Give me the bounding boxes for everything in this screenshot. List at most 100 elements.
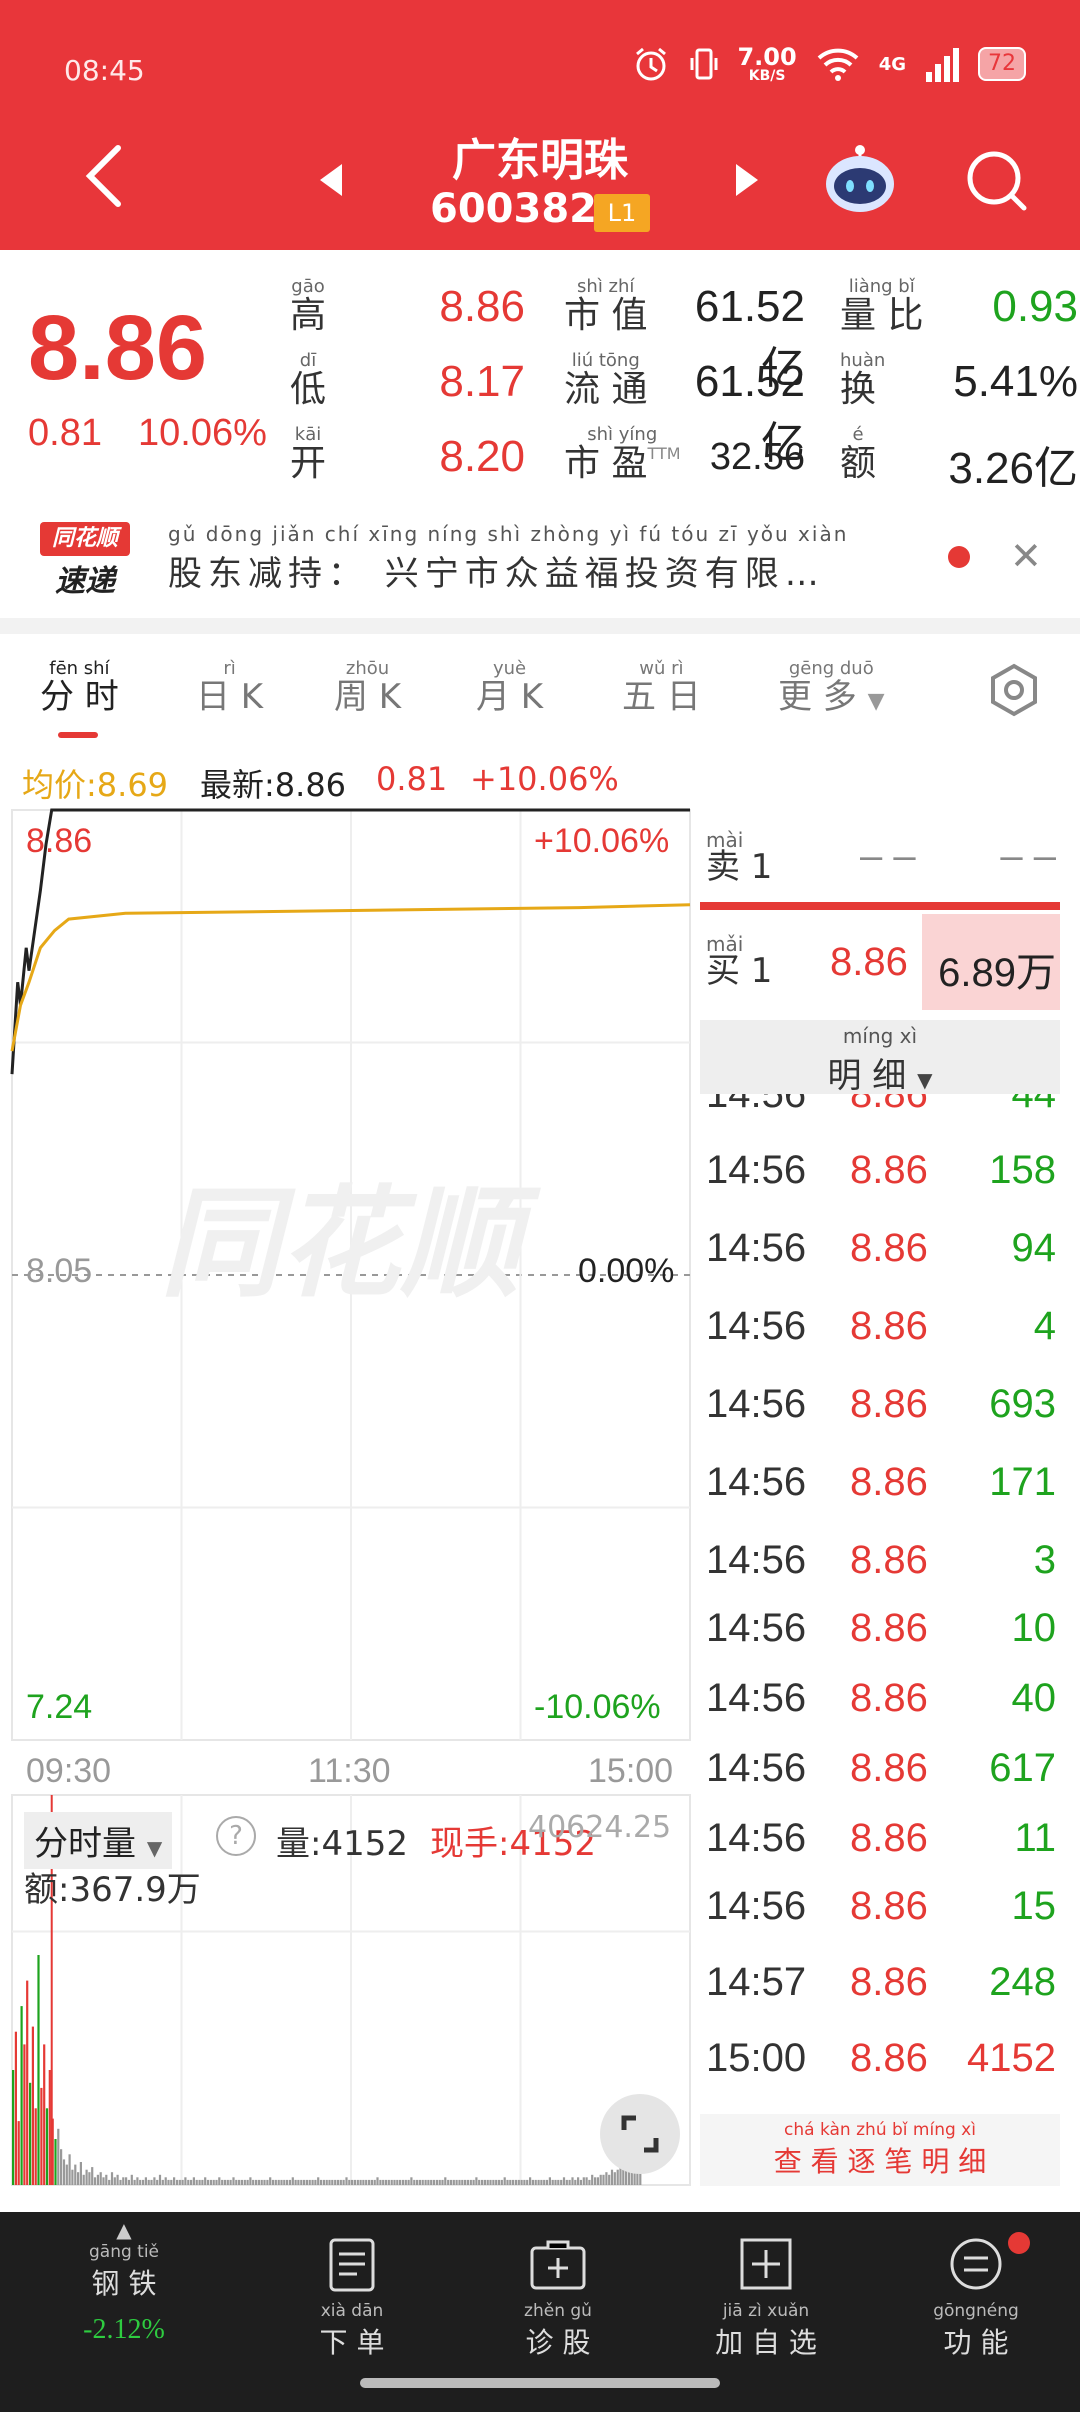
volume-bar: [523, 2179, 526, 2185]
section-divider: [0, 618, 1080, 634]
turnover-label: huàn 换: [840, 350, 886, 410]
avg-price-label: 均价:8.69: [22, 766, 169, 804]
open-value: 8.20: [439, 432, 525, 481]
volume-bar: [150, 2179, 153, 2185]
trade-row: 14:56 8.86 171: [704, 1460, 1060, 1520]
trade-time: 14:56: [706, 1226, 807, 1270]
close-icon[interactable]: ✕: [1010, 534, 1042, 578]
volume-bar: [184, 2177, 187, 2185]
volume-bar: [102, 2177, 105, 2185]
open-label: kāi 开: [290, 424, 327, 484]
volume-bar: [221, 2179, 224, 2185]
volume-bar: [486, 2179, 489, 2185]
volume-bar: [170, 2179, 173, 2185]
tab-weekly-k[interactable]: zhōu 周 K: [334, 660, 401, 715]
volume-bar: [588, 2179, 591, 2185]
add-watchlist-button[interactable]: jiā zì xuǎn 加 自 选: [686, 2236, 846, 2361]
volume-bar: [557, 2179, 560, 2185]
pe-value: 32.56: [709, 436, 805, 478]
tab-intraday[interactable]: fēn shí 分 时: [40, 660, 119, 715]
high-value: 8.86: [439, 282, 525, 331]
trade-time: 14:56: [706, 1884, 807, 1928]
trade-price: 8.86: [850, 1606, 928, 1650]
volume-bar: [308, 2179, 311, 2185]
trade-row: 14:56 8.86 10: [704, 1606, 1060, 1666]
vibrate-icon: [690, 48, 718, 80]
help-icon[interactable]: ?: [216, 1816, 256, 1856]
volume-bar: [319, 2179, 323, 2185]
volume-bar: [543, 2179, 546, 2185]
volume-bar: [517, 2179, 520, 2185]
trade-volume: 94: [1011, 1226, 1057, 1270]
home-indicator[interactable]: [360, 2378, 720, 2388]
volume-bar: [88, 2172, 91, 2185]
trade-volume: 4: [1033, 1304, 1056, 1348]
y-mid-label: 8.05: [26, 1252, 93, 1290]
volume-bar: [359, 2179, 362, 2185]
settings-icon[interactable]: [986, 662, 1042, 718]
volume-bar: [54, 2139, 57, 2185]
volume-bar: [195, 2179, 198, 2185]
news-headline[interactable]: gǔ dōng jiǎn chí xīng níng shì zhòng yì …: [168, 522, 848, 595]
volume-bar: [37, 1955, 40, 2185]
sell1-price: – –: [860, 834, 916, 878]
volume-bar: [452, 2179, 455, 2185]
volume-bar: [201, 2179, 204, 2185]
volume-bar: [574, 2179, 577, 2185]
volume-bar: [537, 2179, 540, 2185]
volume-bar: [31, 2026, 34, 2185]
stock-name: 广东明珠: [452, 135, 628, 186]
detail-header[interactable]: míng xì 明 细 ▼: [700, 1020, 1060, 1096]
volume-bar: [181, 2179, 184, 2185]
volume-bar: [551, 2179, 554, 2185]
next-stock-icon[interactable]: [732, 160, 762, 200]
trade-row: 14:56 8.86 4: [704, 1304, 1060, 1364]
price-change-pct: 10.06%: [138, 412, 267, 454]
volume-bar: [568, 2179, 571, 2185]
volume-bar: [136, 2177, 139, 2185]
app-header: 08:45 7.00 KB/S 4G 72 广东明珠 600382 L1: [0, 0, 1080, 250]
tab-daily-k[interactable]: rì 日 K: [196, 660, 263, 715]
volume-bar: [139, 2179, 142, 2185]
tab-monthly-k[interactable]: yuè 月 K: [476, 660, 543, 715]
volume-bar: [235, 2179, 238, 2185]
place-order-button[interactable]: xià dān 下 单: [272, 2236, 432, 2361]
volume-bar: [249, 2177, 252, 2185]
volume-bar: [390, 2179, 393, 2185]
trade-volume: 4152: [967, 2036, 1056, 2080]
volume-bar: [353, 2179, 356, 2185]
diagnose-stock-button[interactable]: zhěn gǔ 诊 股: [478, 2236, 638, 2361]
tab-five-day[interactable]: wǔ rì 五 日: [622, 660, 701, 715]
volume-bar: [466, 2179, 469, 2185]
volume-bar: [40, 2087, 43, 2185]
trade-price: 8.86: [850, 1884, 928, 1928]
trade-row: 14:56 8.86 94: [704, 1226, 1060, 1286]
sell1-volume: – –: [1000, 834, 1056, 878]
trade-price: 8.86: [850, 1746, 928, 1790]
volume-bar: [93, 2177, 97, 2185]
volume-bar: [65, 2164, 68, 2185]
volume-bar: [60, 2149, 63, 2185]
sector-indicator[interactable]: ▲ gāng tiě 钢 铁 -2.12%: [44, 2218, 204, 2346]
tab-more[interactable]: gēng duō 更 多 ▼: [778, 660, 885, 715]
turnover-value: 5.41%: [953, 357, 1078, 406]
volume-bar: [554, 2179, 557, 2185]
volume-bar: [127, 2179, 130, 2185]
amount-value: 3.26亿: [948, 444, 1078, 493]
robot-assistant-icon[interactable]: [820, 140, 900, 218]
volume-selector[interactable]: 分时量 ▼: [24, 1812, 173, 1869]
volume-bar: [548, 2177, 551, 2185]
intraday-chart[interactable]: 同花顺: [0, 805, 700, 2190]
volume-bar: [441, 2179, 444, 2185]
volume-bar: [464, 2179, 467, 2185]
functions-button[interactable]: gōngnéng 功 能: [896, 2232, 1056, 2361]
trade-time: 14:57: [706, 1960, 807, 2004]
volume-bar: [110, 2172, 114, 2185]
volume-bar: [29, 2082, 32, 2185]
search-icon[interactable]: [962, 146, 1032, 216]
price-change: 0.81: [28, 412, 102, 454]
trade-volume: 40: [1011, 1676, 1057, 1720]
view-all-trades-link[interactable]: chá kàn zhú bǐ míng xì 查 看 逐 笔 明 细: [700, 2114, 1060, 2186]
fullscreen-button[interactable]: [600, 2094, 680, 2174]
volume-bar: [594, 2177, 597, 2185]
